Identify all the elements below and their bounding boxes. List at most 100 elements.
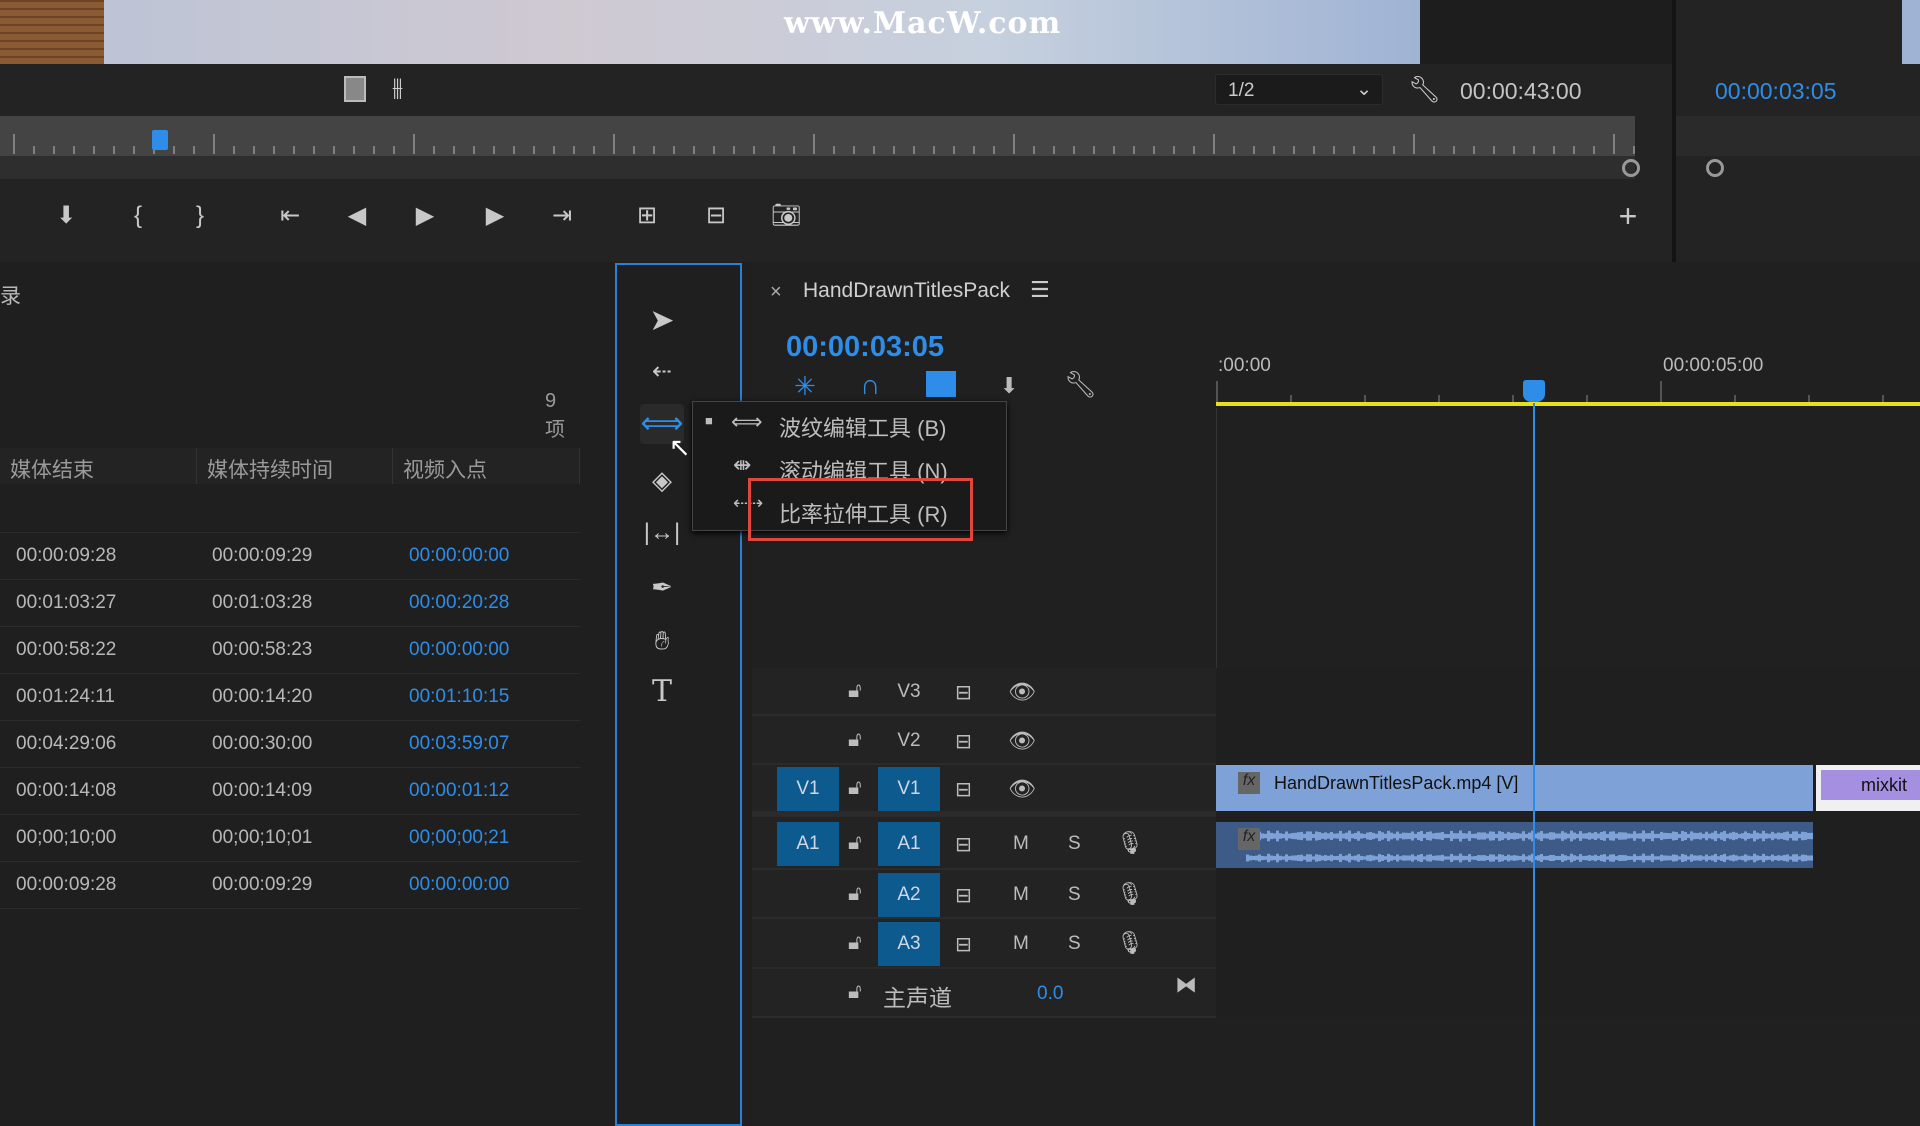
type-tool-icon[interactable]: T — [640, 672, 684, 712]
video-in-cell[interactable]: 00:00:00:00 — [409, 874, 509, 896]
fx-badge[interactable]: fx — [1238, 772, 1260, 794]
sync-lock-icon[interactable]: ⊟ — [955, 932, 972, 957]
track-select-tool-icon[interactable]: ⇠ — [640, 352, 684, 392]
source-zoom-scrollbar[interactable] — [0, 156, 1635, 179]
eye-icon[interactable]: 👁︎ — [1008, 728, 1036, 754]
play-button[interactable]: ▶︎ — [407, 198, 443, 234]
video-clip[interactable]: fx HandDrawnTitlesPack.mp4 [V] — [1216, 765, 1813, 811]
table-row[interactable]: 00:04:29:06 00:00:30:00 00:03:59:07 — [0, 721, 580, 768]
column-media-duration[interactable]: 媒体持续时间 — [197, 448, 393, 484]
step-forward-button[interactable]: ▶︎ — [477, 198, 513, 234]
zoom-select[interactable]: 1/2 ⌄ — [1215, 74, 1383, 105]
video-in-cell[interactable]: 00:01:10:15 — [409, 686, 509, 708]
panel-menu-icon[interactable]: ☰ — [1030, 277, 1050, 303]
source-patch-a1[interactable]: A1 — [777, 821, 839, 866]
table-row[interactable]: 00:00:09:28 00:00:09:29 00:00:00:00 — [0, 533, 580, 580]
table-row[interactable]: 00:01:03:27 00:01:03:28 00:00:20:28 — [0, 580, 580, 627]
export-frame-camera-icon[interactable]: 📷︎ — [768, 198, 804, 234]
eye-icon[interactable]: 👁︎ — [1008, 679, 1036, 705]
table-row[interactable]: 00:00:09:28 00:00:09:29 00:00:00:00 — [0, 862, 580, 909]
mute-button[interactable]: M — [1013, 933, 1029, 955]
lock-icon[interactable]: 🔓︎ — [848, 728, 862, 752]
selection-tool-arrow-icon[interactable]: ➤ — [640, 301, 684, 341]
overwrite-button[interactable]: ⊟ — [698, 198, 734, 234]
table-row[interactable]: 00;00;10;00 00;00;10;01 00;00;00;21 — [0, 815, 580, 862]
master-volume[interactable]: 0.0 — [1037, 983, 1063, 1005]
microphone-icon[interactable]: 🎙︎ — [1116, 930, 1144, 956]
program-scroll-handle[interactable] — [1706, 159, 1724, 177]
razor-tool-icon[interactable]: ◈ — [640, 460, 684, 500]
track-target-a1[interactable]: A1 — [878, 821, 940, 866]
solo-button[interactable]: S — [1068, 884, 1081, 906]
microphone-icon[interactable]: 🎙︎ — [1116, 881, 1144, 907]
track-target-v2[interactable]: V2 — [878, 719, 940, 763]
waveform-icon[interactable]: ⫵ — [392, 74, 403, 102]
hand-tool-icon[interactable]: ✋︎ — [640, 620, 684, 660]
film-icon[interactable] — [344, 76, 366, 102]
lock-icon[interactable]: 🔓︎ — [848, 882, 862, 906]
track-target-a2[interactable]: A2 — [878, 872, 940, 917]
slip-tool-icon[interactable]: |↔| — [640, 513, 684, 553]
track-target-v1[interactable]: V1 — [878, 767, 940, 811]
add-marker-icon[interactable]: ⬇︎ — [1000, 373, 1018, 399]
sync-lock-icon[interactable]: ⊟ — [955, 883, 972, 908]
video-in-cell[interactable]: 00:00:01:12 — [409, 780, 509, 802]
lock-icon[interactable]: 🔓︎ — [848, 776, 862, 800]
mark-in-button[interactable]: { — [120, 198, 156, 234]
close-sequence-icon[interactable]: × — [770, 281, 782, 304]
solo-button[interactable]: S — [1068, 833, 1081, 855]
audio-fx-badge[interactable]: fx — [1238, 828, 1260, 850]
microphone-icon[interactable]: 🎙︎ — [1116, 830, 1144, 856]
go-to-out-button[interactable]: ⇥ — [544, 198, 580, 234]
lock-icon[interactable]: 🔓︎ — [848, 931, 862, 955]
linked-selection-icon[interactable] — [926, 371, 956, 397]
mark-out-button[interactable]: } — [182, 198, 218, 234]
eye-icon[interactable]: 👁︎ — [1008, 776, 1036, 802]
master-lock-icon[interactable]: 🔓︎ — [848, 980, 862, 1004]
track-target-v3[interactable]: V3 — [878, 670, 940, 714]
video-in-cell[interactable]: 00:00:00:00 — [409, 639, 509, 661]
timeline-playhead[interactable] — [1523, 380, 1545, 402]
track-target-a3[interactable]: A3 — [878, 922, 940, 966]
pen-tool-icon[interactable]: ✒︎ — [640, 567, 684, 607]
mute-button[interactable]: M — [1013, 833, 1029, 855]
program-timecode[interactable]: 00:00:03:05 — [1715, 78, 1837, 105]
sync-lock-icon[interactable]: ⊟ — [955, 777, 972, 802]
add-button-plus-icon[interactable]: + — [1610, 198, 1646, 234]
source-time-ruler[interactable] — [0, 116, 1635, 156]
insert-button[interactable]: ⊞ — [629, 198, 665, 234]
solo-button[interactable]: S — [1068, 933, 1081, 955]
snap-magnet-icon[interactable]: ∩ — [860, 369, 880, 401]
work-area-bar[interactable] — [1216, 402, 1920, 406]
timeline-ruler[interactable] — [1216, 381, 1920, 411]
nest-toggle-icon[interactable]: ✳︎ — [794, 371, 816, 402]
add-marker-button[interactable]: ⬇︎ — [48, 198, 84, 234]
sync-lock-icon[interactable]: ⊟ — [955, 729, 972, 754]
step-back-button[interactable]: ◀︎ — [339, 198, 375, 234]
scroll-handle-right[interactable] — [1622, 159, 1640, 177]
sync-lock-icon[interactable]: ⊟ — [955, 832, 972, 857]
go-to-in-button[interactable]: ⇤ — [272, 198, 308, 234]
wrench-icon[interactable]: 🔧︎ — [1408, 74, 1441, 105]
video-in-cell[interactable]: 00:00:20:28 — [409, 592, 509, 614]
timeline-timecode[interactable]: 00:00:03:05 — [786, 331, 944, 364]
audio-clip[interactable]: fx — [1216, 822, 1813, 868]
column-video-in[interactable]: 视频入点 — [393, 448, 580, 484]
source-playhead[interactable] — [152, 130, 168, 150]
column-media-end[interactable]: 媒体结束 — [0, 448, 197, 484]
menu-item-ripple-edit[interactable]: ■ ⟺ 波纹编辑工具 (B) — [693, 403, 1008, 445]
video-in-cell[interactable]: 00;00;00;21 — [409, 827, 509, 849]
sync-lock-icon[interactable]: ⊟ — [955, 680, 972, 705]
video-in-cell[interactable]: 00:00:00:00 — [409, 545, 509, 567]
table-row[interactable]: 00:00:58:22 00:00:58:23 00:00:00:00 — [0, 627, 580, 674]
video-in-cell[interactable]: 00:03:59:07 — [409, 733, 509, 755]
source-patch-v1[interactable]: V1 — [777, 767, 839, 811]
table-row[interactable]: 00:01:24:11 00:00:14:20 00:01:10:15 — [0, 674, 580, 721]
mute-button[interactable]: M — [1013, 884, 1029, 906]
program-ruler[interactable] — [1676, 116, 1920, 156]
timeline-settings-wrench-icon[interactable]: 🔧︎ — [1064, 369, 1097, 400]
lock-icon[interactable]: 🔓︎ — [848, 831, 862, 855]
sequence-tab[interactable]: HandDrawnTitlesPack — [803, 279, 1010, 303]
master-meter-icon[interactable]: ⧓ — [1175, 972, 1197, 998]
next-clip[interactable]: mixkit — [1816, 765, 1920, 811]
